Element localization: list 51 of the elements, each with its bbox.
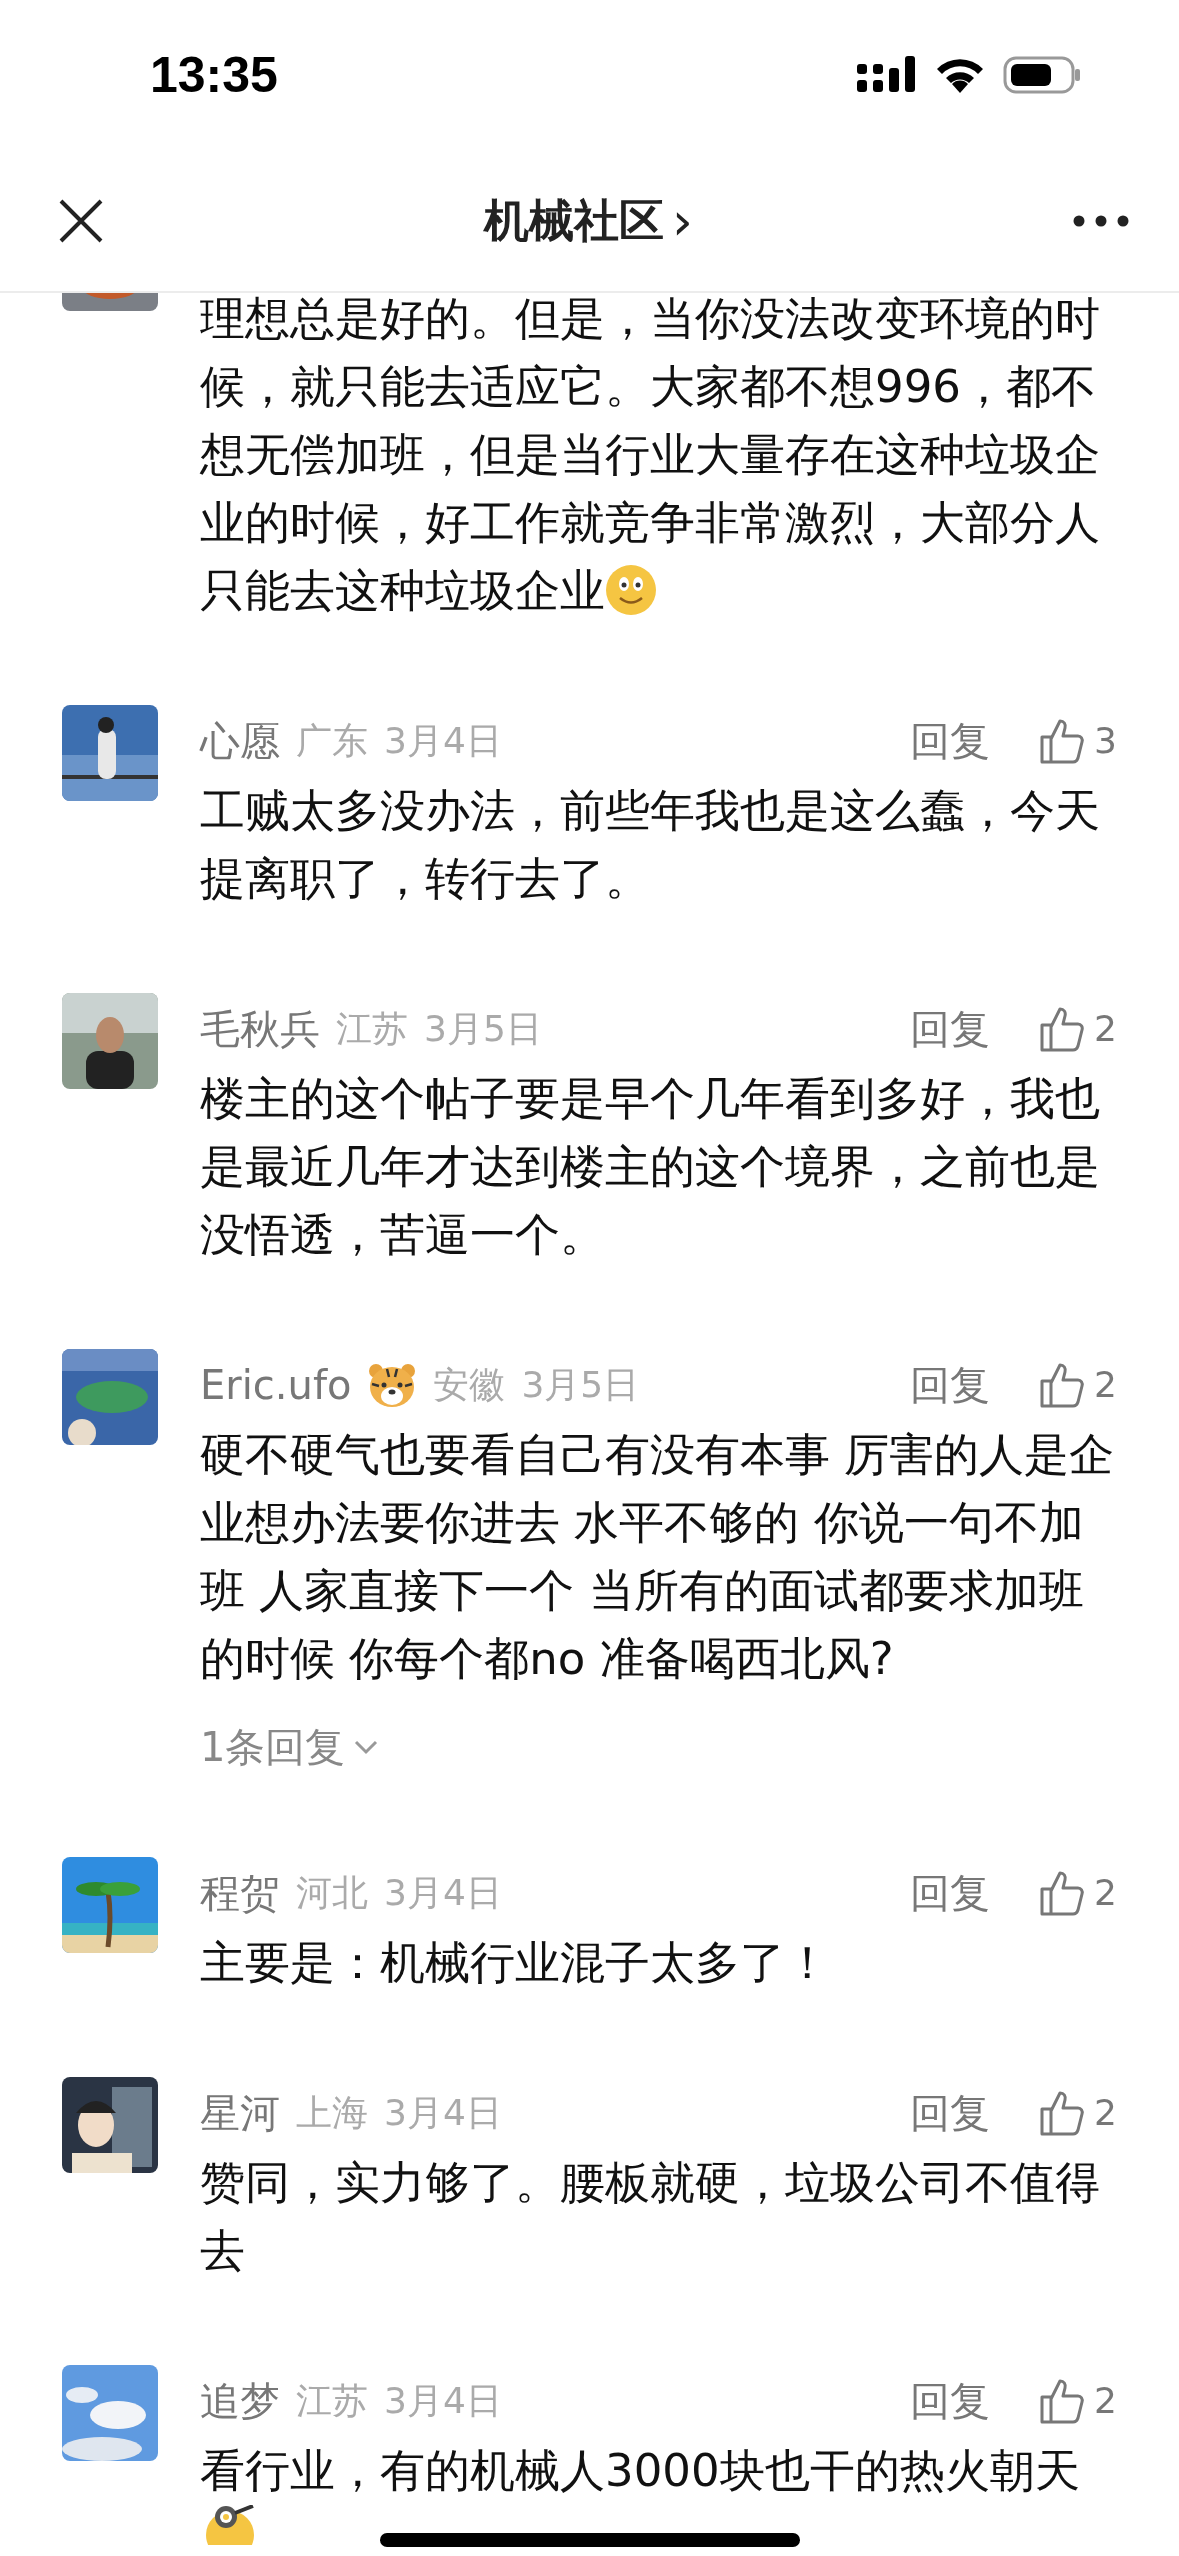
like-count: 3	[1094, 719, 1117, 763]
close-icon[interactable]	[58, 197, 104, 244]
region-label: 安徽	[433, 1363, 506, 1407]
replies-link[interactable]: 1条回复	[200, 1717, 380, 1777]
date-label: 3月4日	[384, 2091, 502, 2135]
signal-icon	[857, 56, 917, 94]
region-label: 江苏	[296, 2379, 368, 2423]
clock-time: 13:35	[150, 45, 278, 105]
like-count: 2	[1094, 2091, 1117, 2135]
like-count: 2	[1094, 1363, 1117, 1407]
date-label: 3月4日	[384, 719, 502, 763]
more-icon[interactable]	[1073, 214, 1129, 227]
caret-icon	[353, 1739, 380, 1755]
thumbs-up-icon[interactable]	[1038, 1005, 1087, 1053]
reply-button[interactable]: 回复	[910, 2083, 991, 2143]
region-label: 上海	[296, 2091, 368, 2135]
date-label: 3月5日	[521, 1363, 640, 1407]
reply-button[interactable]: 回复	[910, 1863, 991, 1923]
user-name[interactable]: 星河	[200, 2083, 280, 2143]
date-label: 3月5日	[424, 1007, 542, 1051]
reply-button[interactable]: 回复	[910, 999, 991, 1059]
thumbs-up-icon[interactable]	[1038, 1869, 1087, 1917]
like-count: 2	[1094, 1871, 1117, 1915]
region-label: 江苏	[336, 1007, 408, 1051]
user-name[interactable]: 毛秋兵	[200, 999, 320, 1059]
user-name[interactable]: 追梦	[200, 2371, 280, 2431]
page-title[interactable]: 机械社区›	[484, 186, 693, 255]
like-count: 2	[1094, 2379, 1117, 2423]
user-name[interactable]: 心愿	[200, 711, 280, 771]
user-name[interactable]: 程贺	[200, 1863, 280, 1923]
region-label: 河北	[296, 1871, 368, 1915]
reply-button[interactable]: 回复	[910, 2371, 991, 2431]
comment-text: 楼主的这个帖子要是早个几年看到多好，我也是最近几年才达到楼主的这个境界，之前也是没悟透，苦逼一个。	[200, 1071, 1101, 1263]
thumbs-up-icon[interactable]	[1038, 2377, 1087, 2425]
like-count: 2	[1094, 1007, 1117, 1051]
reply-button[interactable]: 回复	[910, 1355, 991, 1415]
comment-text: 工贼太多没办法，前些年我也是这么蠢，今天提离职了，转行去了。	[200, 783, 1101, 907]
comment-text: 理想总是好的。但是，当你没法改变环境的时候，就只能去适应它。大家都不想996，都不想无偿加班，但是当行业大量存在这种垃圾企业的时候，好工作就竞争非常激烈，大部分人只能去这种垃圾企业	[200, 293, 1101, 619]
comment-text: 赞同，实力够了。腰板就硬，垃圾公司不值得去	[200, 2155, 1101, 2279]
battery-icon	[1003, 56, 1081, 94]
date-label: 3月4日	[384, 1871, 502, 1915]
region-label: 广东	[296, 719, 368, 763]
thumbs-up-icon[interactable]	[1038, 717, 1087, 765]
date-label: 3月4日	[384, 2379, 502, 2423]
comment-text: 看行业，有的机械人3000块也干的热火朝天	[200, 2443, 1081, 2499]
user-name[interactable]: Eric.ufo	[200, 1355, 352, 1415]
thumbs-up-icon[interactable]	[1038, 1361, 1087, 1409]
comment-text: 主要是：机械行业混子太多了！	[200, 1935, 831, 1991]
comment-text: 硬不硬气也要看自己有没有本事 厉害的人是企业想办法要你进去 水平不够的 你说一句不加班 人家直接下一个 当所有的面试都要求加班的时候 你每个都no 准备喝西北风?	[200, 1427, 1116, 1687]
reply-button[interactable]: 回复	[910, 711, 991, 771]
thumbs-up-icon[interactable]	[1038, 2089, 1087, 2137]
